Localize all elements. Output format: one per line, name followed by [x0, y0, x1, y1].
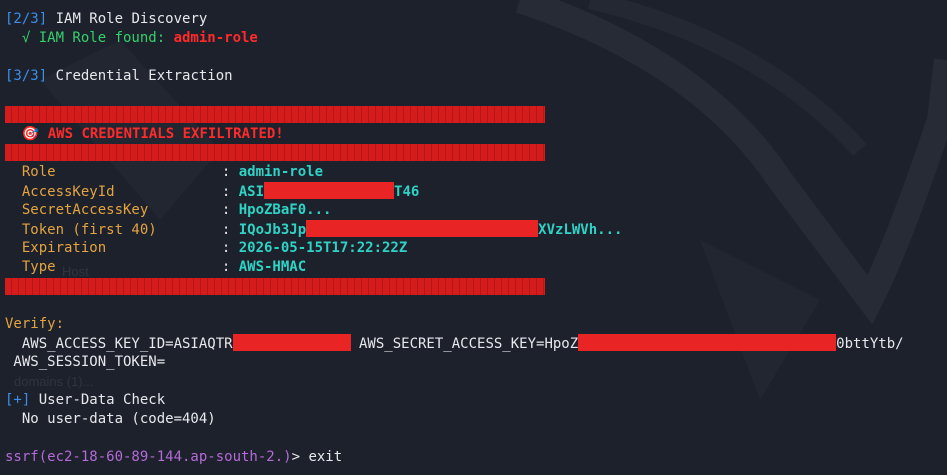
userdata-result: No user-data (code=404) — [5, 411, 216, 427]
verify-secret-end: 0bttYtb/ — [836, 336, 904, 352]
cred-value: HpoZBaF0... — [238, 202, 332, 218]
verify-session-token-line: AWS_SESSION_TOKEN= — [5, 354, 166, 370]
cred-label: Expiration — [21, 240, 107, 256]
cred-value: AWS-HMAC — [238, 259, 307, 275]
cred-row: AccessKeyId: ASI T46 — [21, 182, 420, 200]
step-title: IAM Role Discovery — [55, 11, 208, 27]
cred-value: 2026-05-15T17:22:22Z — [238, 240, 408, 256]
redaction-block — [264, 182, 395, 199]
step-tag: [3/3] — [5, 68, 48, 84]
banner-bar-middle — [5, 144, 545, 161]
step2-header: [2/3] IAM Role Discovery — [5, 10, 207, 29]
cred-label: SecretAccessKey — [21, 202, 149, 218]
prompt-symbol: > — [291, 449, 309, 465]
cred-row: SecretAccessKey: HpoZBaF0... — [21, 202, 332, 218]
redaction-block — [578, 334, 837, 351]
cred-label: AccessKeyId — [21, 184, 115, 200]
target-icon: 🎯 — [21, 126, 40, 142]
banner-line: 🎯 AWS CREDENTIALS EXFILTRATED! — [5, 125, 284, 144]
cred-row: Token (first 40): IQoJb3Jp XVzLWVh... — [21, 220, 623, 238]
cred-value: ASI — [238, 184, 265, 200]
prompt-command[interactable]: exit — [308, 449, 342, 465]
role-found-line: √ IAM Role found: admin-role — [5, 29, 258, 48]
verify-label: Verify: — [5, 316, 65, 332]
prompt-line[interactable]: ssrf(ec2-18-60-89-144.ap-south-2.)> exit — [5, 448, 342, 467]
cred-label: Token (first 40) — [21, 222, 157, 238]
faint-background-text: domains (1)... — [14, 374, 94, 389]
step-title: User-Data Check — [38, 392, 166, 408]
cred-value: IQoJb3Jp — [238, 222, 307, 238]
banner-bar-bottom — [5, 278, 545, 295]
step3-header: [3/3] Credential Extraction — [5, 67, 233, 86]
verify-access-key: AWS_ACCESS_KEY_ID=ASIAQTR — [5, 336, 233, 352]
step-tag: [+] — [5, 392, 31, 408]
redaction-block — [232, 334, 351, 351]
cred-row: Expiration: 2026-05-15T17:22:22Z — [21, 240, 408, 256]
step-title: Credential Extraction — [55, 68, 233, 84]
role-found-value: admin-role — [173, 30, 258, 46]
verify-command-line: AWS_ACCESS_KEY_ID=ASIAQTR AWS_SECRET_ACC… — [5, 334, 904, 353]
cred-value-end: T46 — [394, 184, 420, 200]
redaction-block — [306, 220, 539, 237]
cred-label: Role — [21, 164, 56, 180]
cred-value-end: XVzLWVh... — [538, 222, 623, 238]
cred-row: Type: AWS-HMAC — [21, 259, 307, 275]
userdata-header: [+] User-Data Check — [5, 391, 165, 410]
banner-text: AWS CREDENTIALS EXFILTRATED! — [47, 126, 284, 142]
banner-bar-top — [5, 106, 545, 123]
verify-secret-key: AWS_SECRET_ACCESS_KEY=HpoZ — [350, 336, 579, 352]
cred-label: Type — [21, 259, 56, 275]
terminal-window[interactable]: domains (1)... Host [2/3] IAM Role Disco… — [0, 0, 947, 475]
step-tag: [2/3] — [5, 11, 48, 27]
cred-value: admin-role — [238, 164, 324, 180]
role-found-text: √ IAM Role found: — [5, 30, 174, 46]
prompt-host: ssrf(ec2-18-60-89-144.ap-south-2.) — [5, 449, 292, 465]
cred-row: Role: admin-role — [21, 164, 324, 180]
